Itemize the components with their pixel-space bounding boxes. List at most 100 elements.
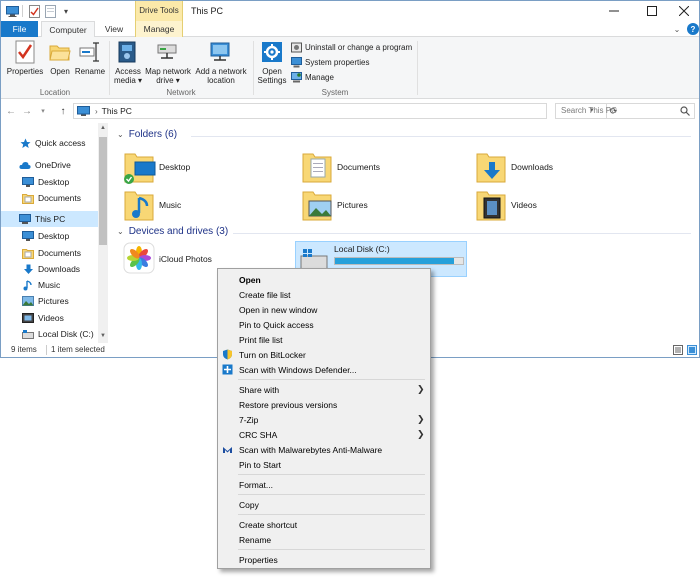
chevron-down-icon[interactable]: ⌄ xyxy=(671,23,683,35)
sidebar-item-label: Desktop xyxy=(38,231,70,241)
sidebar-item-documents[interactable]: Documents xyxy=(1,245,98,261)
back-arrow-icon[interactable]: ← xyxy=(5,105,17,117)
search-icon xyxy=(680,106,690,116)
menu-item-label: Share with xyxy=(239,384,280,395)
menu-item-share-with[interactable]: Share with ❯ xyxy=(218,382,430,397)
tab-manage[interactable]: Manage xyxy=(135,21,183,37)
icloud-photos-label: iCloud Photos xyxy=(159,254,212,264)
sidebar-item-downloads[interactable]: Downloads xyxy=(1,261,98,277)
close-button[interactable] xyxy=(667,1,700,21)
menu-item-7zip[interactable]: 7-Zip ❯ xyxy=(218,412,430,427)
desktop-folder-icon xyxy=(123,148,156,186)
uninstall-program-button[interactable]: Uninstall or change a program xyxy=(291,41,412,53)
folder-desktop[interactable]: Desktop xyxy=(123,147,190,187)
sidebar-item-label: Documents xyxy=(38,248,81,258)
folders-group-header[interactable]: ⌄ Folders (6) xyxy=(117,129,177,140)
menu-item-copy[interactable]: Copy xyxy=(218,497,430,512)
help-icon[interactable]: ? xyxy=(687,23,699,35)
menu-item-malwarebytes[interactable]: Scan with Malwarebytes Anti-Malware xyxy=(218,442,430,457)
folder-videos[interactable]: Videos xyxy=(475,185,537,225)
minimize-button[interactable] xyxy=(597,1,631,21)
menu-item-properties[interactable]: Properties xyxy=(218,552,430,567)
up-arrow-icon[interactable]: ↑ xyxy=(57,105,69,117)
sidebar-item-pictures[interactable]: Pictures xyxy=(1,293,98,309)
search-input[interactable]: Search This PC xyxy=(555,103,695,119)
customize-toolbar-dropdown-icon[interactable]: ▾ xyxy=(59,4,73,18)
shield-icon xyxy=(222,349,233,360)
scroll-up-arrow-icon[interactable]: ▲ xyxy=(98,123,108,133)
search-placeholder: Search This PC xyxy=(561,106,617,115)
menu-item-label: Copy xyxy=(239,499,259,510)
menu-item-label: 7-Zip xyxy=(239,414,259,425)
properties-label: Properties xyxy=(6,67,44,76)
sidebar-item-onedrive-documents[interactable]: Documents xyxy=(1,190,98,206)
new-folder-icon[interactable] xyxy=(43,4,57,18)
menu-item-create-shortcut[interactable]: Create shortcut xyxy=(218,517,430,532)
properties-button[interactable]: Properties xyxy=(5,39,45,76)
group-label-network: Network xyxy=(166,88,196,97)
nav-scrollbar[interactable]: ▲ ▼ xyxy=(98,123,108,343)
menu-item-open-new-window[interactable]: Open in new window xyxy=(218,302,430,317)
tab-computer[interactable]: Computer xyxy=(41,21,95,38)
properties-check-icon[interactable] xyxy=(27,4,41,18)
menu-item-label: Turn on BitLocker xyxy=(239,349,306,360)
folder-documents[interactable]: Documents xyxy=(301,147,380,187)
breadcrumb-chevron-icon[interactable]: › xyxy=(95,107,98,116)
map-network-drive-button[interactable]: Map network drive ▾ xyxy=(144,39,192,85)
menu-item-print-file-list[interactable]: Print file list xyxy=(218,332,430,347)
menu-item-pin-to-start[interactable]: Pin to Start xyxy=(218,457,430,472)
scrollbar-thumb[interactable] xyxy=(99,137,107,245)
sidebar-item-onedrive-desktop[interactable]: Desktop xyxy=(1,174,98,190)
menu-item-open[interactable]: Open xyxy=(218,272,430,287)
scroll-down-arrow-icon[interactable]: ▼ xyxy=(98,331,108,341)
menu-item-pin-quick-access[interactable]: Pin to Quick access xyxy=(218,317,430,332)
address-bar[interactable]: › This PC ▾ ⟳ xyxy=(73,103,617,119)
folder-pictures[interactable]: Pictures xyxy=(301,185,368,225)
device-icloud-photos[interactable]: iCloud Photos xyxy=(123,241,212,277)
manage-button[interactable]: Manage xyxy=(291,71,334,83)
add-network-location-button[interactable]: Add a network location xyxy=(194,39,248,85)
large-icons-view-icon[interactable] xyxy=(687,345,697,355)
menu-item-format[interactable]: Format... xyxy=(218,477,430,492)
folder-downloads[interactable]: Downloads xyxy=(475,147,553,187)
sidebar-item-music[interactable]: Music xyxy=(1,277,98,293)
sidebar-item-local-disk[interactable]: Local Disk (C:) xyxy=(1,326,98,342)
devices-header-label: Devices and drives (3) xyxy=(128,226,229,237)
access-media-button[interactable]: Access media ▾ xyxy=(112,39,144,85)
sidebar-item-onedrive[interactable]: OneDrive xyxy=(1,157,98,173)
menu-item-rename[interactable]: Rename xyxy=(218,532,430,547)
tab-view[interactable]: View xyxy=(97,21,131,37)
sidebar-item-desktop[interactable]: Desktop xyxy=(1,228,98,244)
folder-music[interactable]: Music xyxy=(123,185,181,225)
toolbar-separator xyxy=(22,5,23,17)
sidebar-item-label: Downloads xyxy=(38,264,81,274)
open-settings-button[interactable]: Open Settings xyxy=(256,39,288,85)
recent-locations-chevron-icon[interactable]: ▾ xyxy=(37,105,49,117)
breadcrumb[interactable]: This PC xyxy=(102,106,132,116)
open-settings-label-1: Open xyxy=(262,67,282,76)
forward-arrow-icon[interactable]: → xyxy=(21,105,33,117)
menu-item-create-file-list[interactable]: Create file list xyxy=(218,287,430,302)
tab-file[interactable]: File xyxy=(1,21,38,37)
menu-item-crc-sha[interactable]: CRC SHA ❯ xyxy=(218,427,430,442)
menu-separator xyxy=(238,549,425,550)
sidebar-item-label: This PC xyxy=(35,214,66,224)
pc-icon[interactable] xyxy=(5,4,19,18)
menu-item-restore-versions[interactable]: Restore previous versions xyxy=(218,397,430,412)
details-view-icon[interactable] xyxy=(673,345,683,355)
sidebar-item-quick-access[interactable]: Quick access xyxy=(1,135,98,151)
open-button[interactable]: Open xyxy=(47,39,73,76)
ribbon: Properties Open Rename Access media ▾ Ma… xyxy=(1,37,699,99)
chevron-down-icon: ⌄ xyxy=(117,130,124,139)
desktop-icon xyxy=(22,176,34,188)
devices-group-header[interactable]: ⌄ Devices and drives (3) xyxy=(117,226,228,237)
menu-item-windows-defender[interactable]: Scan with Windows Defender... xyxy=(218,362,430,377)
sidebar-item-videos[interactable]: Videos xyxy=(1,310,98,326)
maximize-button[interactable] xyxy=(635,1,669,21)
map-drive-label-1: Map network xyxy=(145,67,191,76)
access-media-label-1: Access xyxy=(115,67,141,76)
rename-button[interactable]: Rename xyxy=(74,39,106,76)
sidebar-item-this-pc[interactable]: This PC xyxy=(1,211,98,227)
menu-item-bitlocker[interactable]: Turn on BitLocker xyxy=(218,347,430,362)
system-properties-button[interactable]: System properties xyxy=(291,56,369,68)
